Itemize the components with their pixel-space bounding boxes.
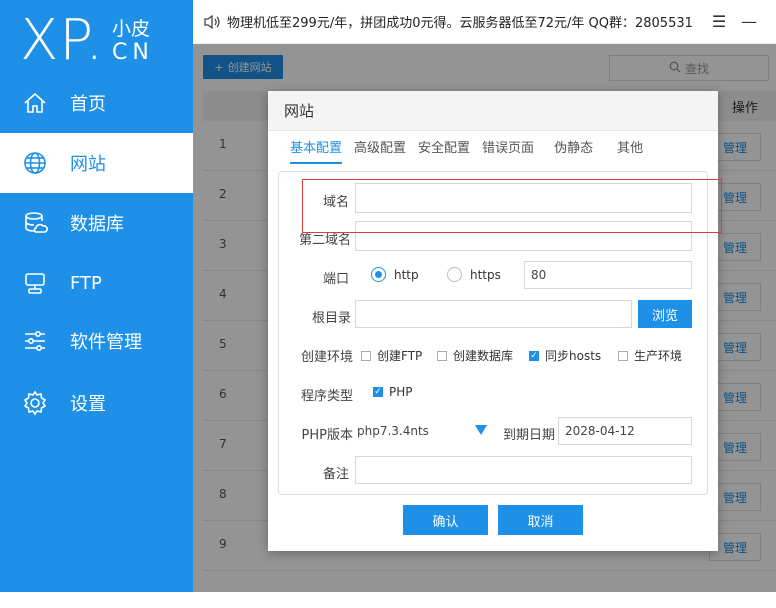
php-version-select[interactable]: php7.3.4nts [355,417,491,445]
checkbox-off [437,350,447,361]
php-version-label: PHP版本 [301,428,353,443]
sidebar-item-software[interactable]: 软件管理 [0,312,193,370]
checkbox-on [529,350,539,361]
port-label: 端口 [322,272,349,287]
production-checkbox[interactable]: 生产环境 [618,347,682,364]
php-checkbox[interactable]: PHP [373,385,413,399]
domain-label: 域名 [322,195,349,210]
sidebar-item-database[interactable]: 数据库 [0,194,193,252]
radio-off [447,267,462,282]
create-ftp-label: 创建FTP [377,349,423,363]
sidebar-item-label: 网站 [70,154,106,175]
https-label: https [470,267,501,282]
server-icon [20,268,50,298]
sync-hosts-checkbox[interactable]: 同步hosts [529,347,601,364]
menu-icon[interactable]: ☰ [708,10,730,32]
cancel-button[interactable]: 取消 [498,505,583,535]
tab-error-page[interactable]: 错误页面 [482,137,534,164]
dialog-title: 网站 [268,91,718,131]
sidebar-item-label: 数据库 [70,214,124,235]
https-radio[interactable]: https [447,267,501,282]
tab-security[interactable]: 安全配置 [418,137,470,164]
tab-advanced[interactable]: 高级配置 [354,137,406,164]
domain-input[interactable] [355,183,692,213]
database-icon [20,208,50,238]
create-ftp-checkbox[interactable]: 创建FTP [361,347,422,364]
globe-icon [20,148,50,178]
create-db-checkbox[interactable]: 创建数据库 [437,347,513,364]
gear-icon [20,388,50,418]
env-label: 创建环境 [300,350,353,365]
tab-other[interactable]: 其他 [617,137,643,164]
remark-input[interactable] [355,456,692,484]
checkbox-off [618,350,628,361]
php-version-value: php7.3.4nts [357,424,429,438]
expire-date-label: 到期日期 [502,428,555,443]
port-input[interactable]: 80 [524,261,692,289]
speaker-icon [203,13,221,31]
expire-date-input[interactable]: 2028-04-12 [558,417,692,445]
checkbox-on [373,387,383,397]
logo-domain: CN [112,40,154,65]
create-db-label: 创建数据库 [453,349,514,363]
sidebar-item-label: FTP [70,272,102,294]
sidebar-item-website[interactable]: 网站 [0,133,193,193]
logo: XP. 小皮 CN [16,10,186,72]
tab-basic[interactable]: 基本配置 [290,137,343,164]
home-icon [20,88,50,118]
second-domain-input[interactable] [355,221,692,251]
radio-on [371,267,386,282]
sidebar-item-label: 软件管理 [70,332,142,353]
http-label: http [394,267,419,282]
notice-text[interactable]: 物理机低至299元/年，拼团成功0元得。云服务器低至72元/年 QQ群：2805… [227,12,693,31]
sidebar: XP. 小皮 CN 首页 网站 数据库 FTP 软件管理 设置 [0,0,193,592]
browse-button[interactable]: 浏览 [638,300,692,328]
remark-label: 备注 [322,467,349,482]
logo-small: 小皮 [112,18,151,40]
form-panel: 域名 第二域名 端口 http https 80 根目录 浏览 创建环境 创建F… [278,171,708,495]
website-dialog: 网站 基本配置 高级配置 安全配置 错误页面 伪静态 其他 域名 第二域名 端口… [268,91,718,551]
sync-hosts-label: 同步hosts [545,349,602,363]
program-type-label: 程序类型 [300,389,353,404]
http-radio[interactable]: http [371,267,419,282]
confirm-button[interactable]: 确认 [403,505,488,535]
logo-main: XP. [20,8,105,73]
chevron-down-icon [475,425,487,435]
sliders-icon [20,326,50,356]
second-domain-label: 第二域名 [298,233,351,248]
production-label: 生产环境 [634,349,683,363]
minimize-icon[interactable]: — [738,10,760,32]
php-option-label: PHP [389,385,413,399]
sidebar-item-ftp[interactable]: FTP [0,254,193,312]
root-dir-input[interactable] [355,300,632,328]
top-bar: 物理机低至299元/年，拼团成功0元得。云服务器低至72元/年 QQ群：2805… [193,0,776,44]
checkbox-off [361,350,371,361]
sidebar-item-label: 设置 [70,394,106,415]
root-dir-label: 根目录 [311,311,351,326]
sidebar-item-home[interactable]: 首页 [0,74,193,132]
tab-rewrite[interactable]: 伪静态 [554,137,593,164]
sidebar-item-label: 首页 [70,94,106,115]
sidebar-item-settings[interactable]: 设置 [0,374,193,432]
dialog-tabs: 基本配置 高级配置 安全配置 错误页面 伪静态 其他 [290,137,655,164]
